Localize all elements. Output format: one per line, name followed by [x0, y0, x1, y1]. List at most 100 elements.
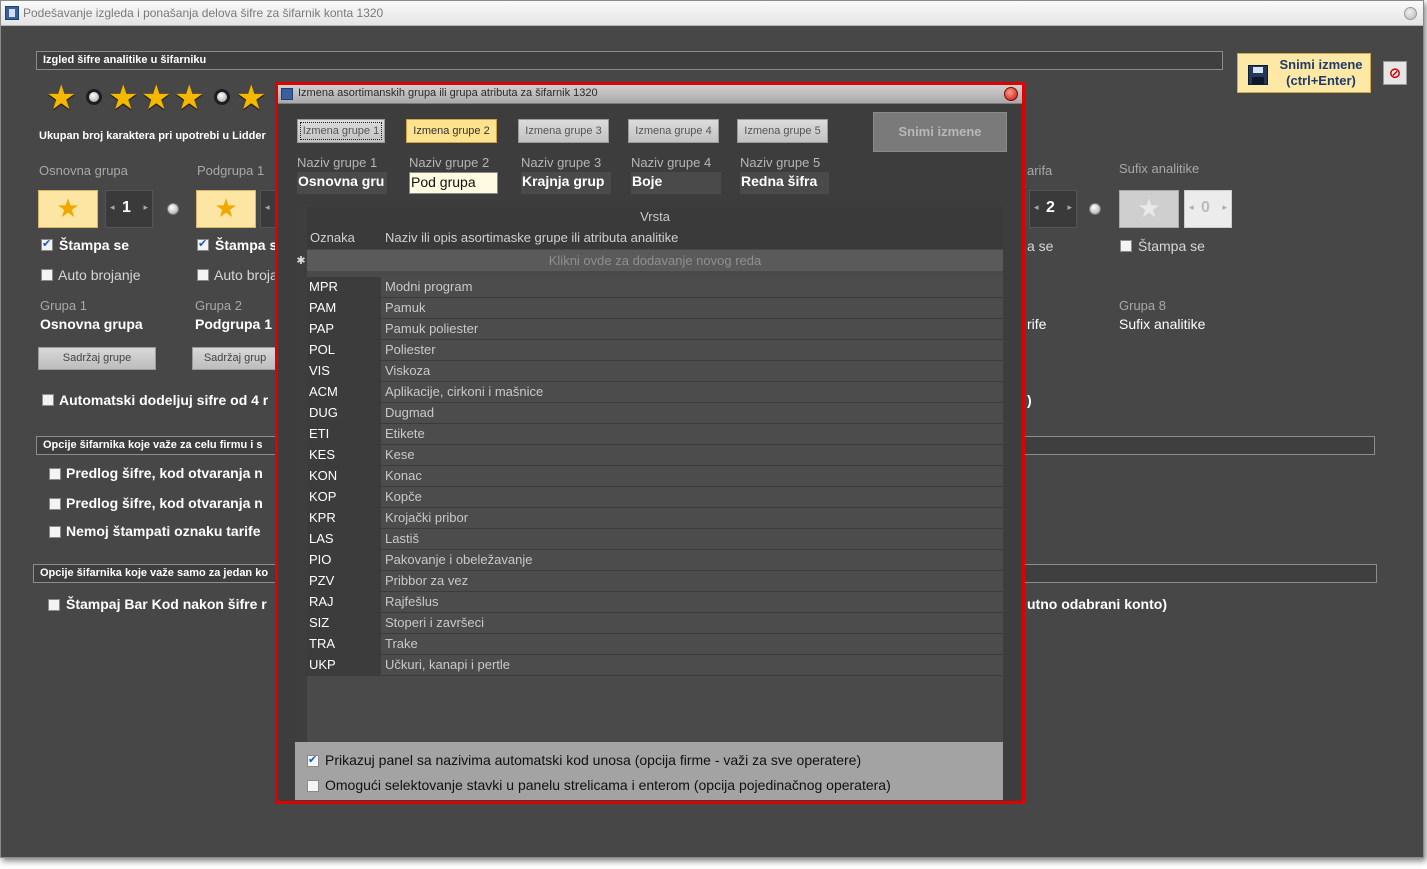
show-panel-checkbox[interactable] — [307, 753, 319, 767]
tab-edit-group-2[interactable]: Izmena grupe 2 — [406, 119, 497, 143]
dialog-close-icon[interactable] — [1004, 87, 1018, 101]
cell-code[interactable]: PIO — [307, 550, 381, 570]
cell-code[interactable]: PAM — [307, 298, 381, 318]
group-name-field-2[interactable]: Pod grupa — [409, 172, 498, 194]
table-row[interactable]: SIZ Stoperi i završeci — [307, 613, 1003, 634]
dialog-save-button[interactable]: Snimi izmene — [873, 112, 1007, 152]
cell-code[interactable]: PAP — [307, 319, 381, 339]
cell-name[interactable]: Dugmad — [385, 403, 434, 423]
cell-code[interactable]: DUG — [307, 403, 381, 423]
cell-name[interactable]: Kese — [385, 445, 415, 465]
cell-name[interactable]: Trake — [385, 634, 418, 654]
cell-name[interactable]: Poliester — [385, 340, 436, 360]
cell-code[interactable]: SIZ — [307, 613, 381, 633]
table-row[interactable]: ACM Aplikacije, cirkoni i mašnice — [307, 382, 1003, 403]
table-row[interactable]: PZV Pribbor za vez — [307, 571, 1003, 592]
spinner-right-icon[interactable]: ▸ — [1067, 203, 1072, 213]
table-row[interactable]: DUG Dugmad — [307, 403, 1003, 424]
cell-code[interactable]: KOP — [307, 487, 381, 507]
cell-name[interactable]: Aplikacije, cirkoni i mašnice — [385, 382, 543, 402]
cell-name[interactable]: Pamuk poliester — [385, 319, 478, 339]
cell-code[interactable]: RAJ — [307, 592, 381, 612]
table-row[interactable]: VIS Viskoza — [307, 361, 1003, 382]
col2-group-content-button[interactable]: Sadržaj grup — [192, 347, 278, 370]
cancel-icon[interactable]: ⊘ — [1383, 61, 1407, 85]
table-row[interactable]: KES Kese — [307, 445, 1003, 466]
cell-name[interactable]: Etikete — [385, 424, 425, 444]
col1-star-box[interactable]: ★ — [38, 190, 98, 228]
group-name-field-3[interactable]: Krajnja grup — [521, 172, 611, 194]
col8-print-checkbox[interactable] — [1120, 240, 1132, 252]
spinner-left-icon[interactable]: ◂ — [265, 203, 270, 213]
cell-name[interactable]: Rajfešlus — [385, 592, 438, 612]
cell-name[interactable]: Učkuri, kanapi i pertle — [385, 655, 510, 675]
col1-length-spinner[interactable]: ◂ 1 ▸ — [105, 190, 153, 228]
cell-code[interactable]: KPR — [307, 508, 381, 528]
spinner-right-icon[interactable]: ▸ — [1222, 203, 1227, 213]
col-name-header[interactable]: Naziv ili opis asortimaske grupe ili atr… — [385, 227, 678, 249]
group-name-field-5[interactable]: Redna šifra — [740, 172, 829, 194]
spinner-right-icon[interactable]: ▸ — [143, 203, 148, 213]
group-name-field-4[interactable]: Boje — [631, 172, 721, 194]
cell-name[interactable]: Viskoza — [385, 361, 430, 381]
table-row[interactable]: KON Konac — [307, 466, 1003, 487]
cell-name[interactable]: Pribbor za vez — [385, 571, 468, 591]
no-tariff-print-checkbox[interactable] — [49, 526, 61, 538]
cell-code[interactable]: PZV — [307, 571, 381, 591]
cell-code[interactable]: KES — [307, 445, 381, 465]
table-row[interactable]: KPR Krojački pribor — [307, 508, 1003, 529]
table-row[interactable]: POL Poliester — [307, 340, 1003, 361]
col1-group-content-button[interactable]: Sadržaj grupe — [38, 347, 156, 370]
table-row[interactable]: KOP Kopče — [307, 487, 1003, 508]
cell-name[interactable]: Lastiš — [385, 529, 419, 549]
table-row[interactable]: UKP Učkuri, kanapi i pertle — [307, 655, 1003, 676]
groups-grid[interactable]: Vrsta Oznaka Naziv ili opis asortimaske … — [295, 207, 1003, 742]
table-row[interactable]: ETI Etikete — [307, 424, 1003, 445]
spinner-left-icon[interactable]: ◂ — [110, 203, 115, 213]
table-row[interactable]: LAS Lastiš — [307, 529, 1003, 550]
cell-name[interactable]: Krojački pribor — [385, 508, 468, 528]
save-changes-button[interactable]: Snimi izmene (ctrl+Enter) — [1237, 53, 1371, 93]
suggest-code-checkbox-1[interactable] — [49, 468, 61, 480]
spinner-left-icon[interactable]: ◂ — [1189, 203, 1194, 213]
cell-code[interactable]: LAS — [307, 529, 381, 549]
cell-name[interactable]: Stoperi i završeci — [385, 613, 484, 633]
cell-code[interactable]: VIS — [307, 361, 381, 381]
col2-auto-checkbox[interactable] — [197, 269, 209, 281]
col8-star-box[interactable]: ★ — [1119, 190, 1179, 228]
auto-assign-checkbox[interactable] — [42, 394, 54, 406]
cell-code[interactable]: POL — [307, 340, 381, 360]
table-row[interactable]: PAP Pamuk poliester — [307, 319, 1003, 340]
table-row[interactable]: PAM Pamuk — [307, 298, 1003, 319]
tab-edit-group-4[interactable]: Izmena grupe 4 — [628, 119, 719, 143]
col-code-header[interactable]: Oznaka — [310, 227, 355, 249]
tab-edit-group-5[interactable]: Izmena grupe 5 — [737, 119, 828, 143]
suggest-code-checkbox-2[interactable] — [49, 498, 61, 510]
cell-name[interactable]: Pamuk — [385, 298, 425, 318]
cell-code[interactable]: UKP — [307, 655, 381, 675]
table-row[interactable]: RAJ Rajfešlus — [307, 592, 1003, 613]
spinner-left-icon[interactable]: ◂ — [1034, 203, 1039, 213]
print-barcode-checkbox[interactable] — [48, 599, 60, 611]
enable-select-checkbox[interactable] — [307, 780, 319, 792]
cell-name[interactable]: Pakovanje i obeležavanje — [385, 550, 532, 570]
col2-print-checkbox[interactable] — [197, 237, 209, 251]
cell-name[interactable]: Kopče — [385, 487, 422, 507]
table-row[interactable]: TRA Trake — [307, 634, 1003, 655]
cell-code[interactable]: TRA — [307, 634, 381, 654]
add-new-row[interactable]: Klikni ovde za dodavanje novog reda — [307, 250, 1003, 271]
window-close-icon[interactable] — [1404, 7, 1417, 20]
table-row[interactable]: MPR Modni program — [307, 277, 1003, 298]
group-name-field-1[interactable]: Osnovna gru — [297, 172, 387, 194]
cell-code[interactable]: ETI — [307, 424, 381, 444]
cell-name[interactable]: Modni program — [385, 277, 472, 297]
col8-length-spinner[interactable]: ◂ 0 ▸ — [1184, 190, 1232, 228]
cell-code[interactable]: ACM — [307, 382, 381, 402]
col1-print-checkbox[interactable] — [41, 237, 53, 251]
cell-code[interactable]: KON — [307, 466, 381, 486]
table-row[interactable]: PIO Pakovanje i obeležavanje — [307, 550, 1003, 571]
col7-length-spinner[interactable]: ◂ 2 ▸ — [1029, 190, 1077, 228]
tab-edit-group-1[interactable]: Izmena grupe 1 — [297, 119, 385, 143]
col2-star-box[interactable]: ★ — [196, 190, 256, 228]
col1-auto-checkbox[interactable] — [41, 269, 53, 281]
